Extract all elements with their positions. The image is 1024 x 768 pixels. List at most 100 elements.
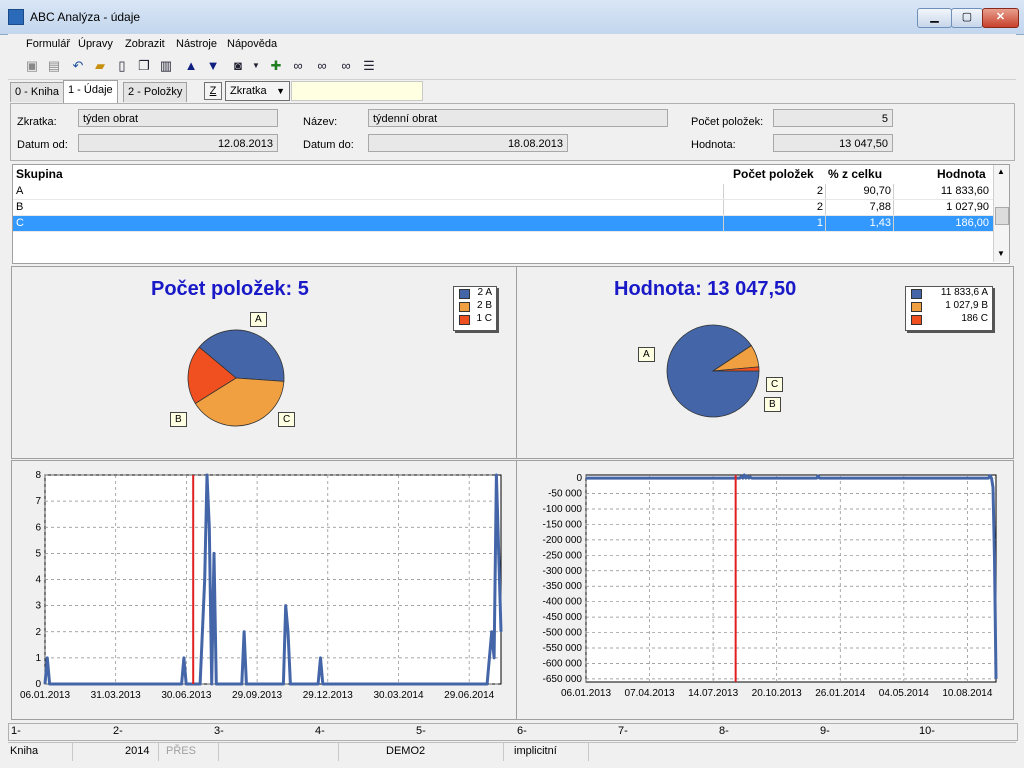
slot-strip: 1- 2- 3- 4- 5- 6- 7- 8- 9- 10- xyxy=(8,723,1018,741)
col-pocet[interactable]: Počet položek xyxy=(733,165,814,183)
zkratka-filter-input[interactable] xyxy=(291,81,423,101)
cell-hodnota: 1 027,90 xyxy=(946,201,989,213)
menu-zobrazit[interactable]: Zobrazit xyxy=(125,38,165,50)
data-grid: Skupina Počet položek % z celku Hodnota … xyxy=(12,164,1010,264)
hodnota-field[interactable]: 13 047,50 xyxy=(773,134,893,152)
status-divider xyxy=(338,743,339,761)
grid-scrollbar[interactable]: ▲ ▼ xyxy=(993,165,1009,262)
y-tick-label: -100 000 xyxy=(543,504,583,515)
status-kniha: Kniha xyxy=(10,745,39,757)
save-icon[interactable]: ▣ xyxy=(24,58,40,74)
cell-skupina: B xyxy=(16,201,24,213)
form-panel: Zkratka: týden obrat Název: týdenní obra… xyxy=(10,103,1015,161)
x-tick-label: 31.03.2013 xyxy=(91,690,141,701)
table-row[interactable]: C 1 1,43 186,00 xyxy=(13,216,993,232)
close-button[interactable]: ✕ xyxy=(982,8,1019,28)
column-divider xyxy=(825,216,826,231)
y-tick-label: 0 xyxy=(35,679,41,690)
slot-2[interactable]: 2- xyxy=(113,725,123,737)
legend-item: 2 B xyxy=(454,300,496,313)
legend-swatch xyxy=(911,302,922,312)
slot-6[interactable]: 6- xyxy=(517,725,527,737)
open-folder-icon[interactable]: ▰ xyxy=(92,58,108,74)
slot-7[interactable]: 7- xyxy=(618,725,628,737)
legend-swatch xyxy=(459,302,470,312)
save-all-icon[interactable]: ▤ xyxy=(46,58,62,74)
copy-icon[interactable]: ❐ xyxy=(136,58,152,74)
datum-od-label: Datum od: xyxy=(17,139,68,151)
status-divider xyxy=(588,743,589,761)
legend-item: 186 C xyxy=(906,313,992,326)
scroll-thumb[interactable] xyxy=(995,207,1009,225)
z-key-button[interactable]: Z xyxy=(204,82,222,100)
slot-10[interactable]: 10- xyxy=(919,725,935,737)
pie-value-label-b: B xyxy=(764,397,781,412)
col-hodnota[interactable]: Hodnota xyxy=(937,165,986,183)
filter-icon[interactable]: ✚ xyxy=(268,58,284,74)
minimize-button[interactable]: ▁ xyxy=(917,8,952,28)
scroll-down-icon[interactable]: ▼ xyxy=(997,249,1005,258)
slot-4[interactable]: 4- xyxy=(315,725,325,737)
slot-8[interactable]: 8- xyxy=(719,725,729,737)
slot-9[interactable]: 9- xyxy=(820,725,830,737)
camera-icon[interactable]: ◙ xyxy=(230,58,246,74)
undo-icon[interactable]: ↶ xyxy=(70,58,86,74)
y-tick-label: 7 xyxy=(35,496,41,507)
x-tick-label: 30.03.2014 xyxy=(373,690,423,701)
legend-text: 186 C xyxy=(961,313,988,324)
slot-3[interactable]: 3- xyxy=(214,725,224,737)
legend-item: 1 C xyxy=(454,313,496,326)
app-icon xyxy=(8,9,24,25)
y-tick-label: 1 xyxy=(35,653,41,664)
arrow-up-icon[interactable]: ▲ xyxy=(183,58,199,74)
tab-kniha[interactable]: 0 - Kniha xyxy=(10,82,65,102)
column-divider xyxy=(893,200,894,215)
line-pane-count: 0 1 2 3 4 5 6 7 8 06.01.2013 31.03.2013 30.06.2013 2… xyxy=(11,460,517,720)
scroll-up-icon[interactable]: ▲ xyxy=(997,167,1005,176)
line-value-chart: 0 -50 000 -100 000 -150 000 -200 000 -250 000… xyxy=(543,473,998,699)
col-procent[interactable]: % z celku xyxy=(828,165,882,183)
binoculars-prev-icon[interactable]: ∞ xyxy=(338,58,354,74)
arrow-down-icon[interactable]: ▼ xyxy=(205,58,221,74)
table-row[interactable]: A 2 90,70 11 833,60 xyxy=(13,184,993,200)
binoculars-next-icon[interactable]: ∞ xyxy=(314,58,330,74)
x-tick-label: 26.01.2014 xyxy=(815,688,865,699)
datum-do-field[interactable]: 18.08.2013 xyxy=(368,134,568,152)
menu-formular[interactable]: Formulář xyxy=(26,38,70,50)
nazev-label: Název: xyxy=(303,116,338,128)
slot-1[interactable]: 1- xyxy=(11,725,21,737)
nazev-field[interactable]: týdenní obrat xyxy=(368,109,668,127)
column-divider xyxy=(825,184,826,199)
y-tick-label: 4 xyxy=(35,575,41,586)
tab-polozky[interactable]: 2 - Položky xyxy=(123,82,188,102)
menu-nastroje[interactable]: Nástroje xyxy=(176,38,217,50)
y-tick-label: -350 000 xyxy=(543,581,583,592)
x-tick-label: 30.06.2013 xyxy=(161,690,211,701)
menu-upravy[interactable]: Úpravy xyxy=(78,38,113,50)
datum-od-field[interactable]: 12.08.2013 xyxy=(78,134,278,152)
col-skupina[interactable]: Skupina xyxy=(16,165,63,183)
table-row[interactable]: B 2 7,88 1 027,90 xyxy=(13,200,993,216)
cell-procent: 7,88 xyxy=(869,201,891,213)
y-tick-label: -500 000 xyxy=(543,628,583,639)
column-divider xyxy=(723,200,724,215)
binoculars-icon[interactable]: ∞ xyxy=(290,58,306,74)
menu-napoveda[interactable]: Nápověda xyxy=(227,38,277,50)
pie-pane-value: Hodnota: 13 047,50 A B C 11 833,6 A 1 02… xyxy=(516,266,1014,459)
x-tick-label: 07.04.2013 xyxy=(625,688,675,699)
zkratka-field[interactable]: týden obrat xyxy=(78,109,278,127)
tab-udaje[interactable]: 1 - Údaje xyxy=(63,80,118,103)
menu-lines-icon[interactable]: ☰ xyxy=(361,58,377,74)
new-doc-icon[interactable]: ▯ xyxy=(114,58,130,74)
maximize-button[interactable]: ▢ xyxy=(951,8,983,28)
dropdown-icon[interactable]: ▼ xyxy=(248,58,264,74)
pocet-field[interactable]: 5 xyxy=(773,109,893,127)
status-divider xyxy=(218,743,219,761)
y-tick-label: -600 000 xyxy=(543,658,583,669)
column-divider xyxy=(893,184,894,199)
legend-text: 2 B xyxy=(476,300,492,311)
zkratka-select[interactable]: Zkratka ▼ xyxy=(225,81,290,101)
slot-5[interactable]: 5- xyxy=(416,725,426,737)
column-divider xyxy=(893,216,894,231)
book-icon[interactable]: ▥ xyxy=(158,58,174,74)
